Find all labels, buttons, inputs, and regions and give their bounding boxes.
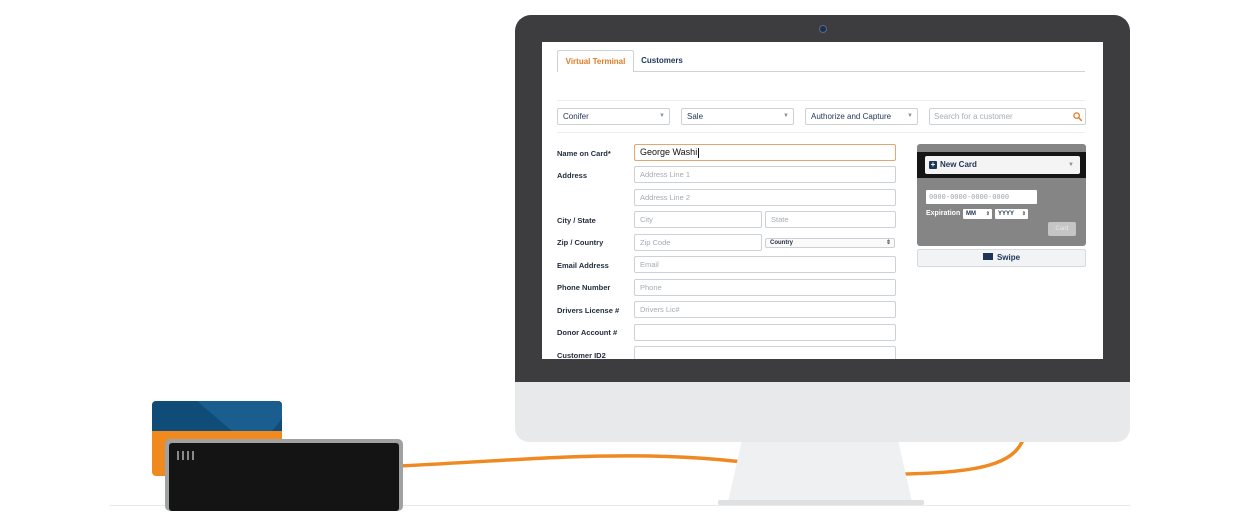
organization-select-value: Conifer (563, 112, 589, 121)
drivers-license-placeholder: Drivers Lic# (640, 305, 680, 314)
address-line2-placeholder: Address Line 2 (640, 193, 691, 202)
transaction-type-select[interactable]: Sale ▼ (681, 108, 794, 125)
camera-icon (819, 25, 827, 33)
plus-icon: + (929, 160, 937, 169)
state-placeholder: State (771, 215, 789, 224)
monitor-stand (718, 440, 924, 505)
phone-input[interactable]: Phone (634, 279, 896, 296)
address-line1-placeholder: Address Line 1 (640, 170, 691, 179)
card-select[interactable]: + New Card ▼ (925, 156, 1080, 174)
chevron-down-icon: ▼ (907, 113, 913, 119)
tab-divider (557, 71, 1085, 72)
email-placeholder: Email (640, 260, 659, 269)
text-caret (698, 147, 700, 158)
name-on-card-label: Name on Card* (557, 149, 611, 158)
drivers-license-input[interactable]: Drivers Lic# (634, 301, 896, 318)
card-select-value: New Card (940, 160, 977, 169)
exp-month-value: MM (966, 211, 976, 217)
exp-year-select[interactable]: YYYY ⇕ (995, 209, 1028, 219)
zip-input[interactable]: Zip Code (634, 234, 762, 251)
country-value: Country (770, 240, 793, 246)
capture-mode-value: Authorize and Capture (811, 112, 892, 121)
name-on-card-input[interactable]: George Washi (634, 144, 896, 161)
swipe-button[interactable]: Swipe (917, 249, 1086, 267)
donor-account-label: Donor Account # (557, 328, 618, 337)
phone-label: Phone Number (557, 283, 611, 292)
drivers-license-label: Drivers License # (557, 306, 620, 315)
search-icon[interactable] (1073, 112, 1082, 121)
expiration-label: Expiration (926, 210, 961, 217)
swipe-label: Swipe (996, 253, 1021, 262)
country-select[interactable]: Country ⇕ (765, 238, 895, 248)
section-divider (557, 100, 1085, 101)
card-reader-icon (165, 439, 403, 511)
customer-search-input[interactable]: Search for a customer (929, 108, 1086, 125)
exp-month-select[interactable]: MM ⇕ (963, 209, 992, 219)
card-number-input[interactable]: 0000-0000-0000-0000 (926, 190, 1037, 204)
city-state-label: City / State (557, 216, 596, 225)
name-on-card-value: George Washi (640, 147, 698, 157)
customer-id-input[interactable] (634, 346, 896, 359)
updown-arrow-icon: ⇕ (885, 240, 891, 246)
city-input[interactable]: City (634, 211, 762, 228)
card-number-placeholder: 0000-0000-0000-0000 (929, 193, 1010, 201)
card-entry-panel: + New Card ▼ 0000-0000-0000-0000 Expirat… (917, 144, 1086, 246)
address-line2-input[interactable]: Address Line 2 (634, 189, 896, 206)
monitor-chin (515, 382, 1130, 442)
chevron-down-icon: ▼ (1068, 162, 1074, 168)
zip-placeholder: Zip Code (640, 238, 671, 247)
search-placeholder: Search for a customer (934, 112, 1013, 121)
transaction-type-value: Sale (687, 112, 704, 121)
email-label: Email Address (557, 261, 609, 270)
capture-mode-select[interactable]: Authorize and Capture ▼ (805, 108, 918, 125)
address-line1-input[interactable]: Address Line 1 (634, 166, 896, 183)
address-label: Address (557, 171, 588, 180)
exp-year-value: YYYY (998, 211, 1015, 217)
tab-virtual-terminal[interactable]: Virtual Terminal (557, 50, 634, 72)
section-divider (557, 132, 1085, 133)
updown-arrow-icon: ⇕ (985, 211, 990, 217)
organization-select[interactable]: Conifer ▼ (557, 108, 670, 125)
chevron-down-icon: ▼ (659, 113, 665, 119)
updown-arrow-icon: ⇕ (1021, 211, 1026, 217)
customer-id-label: Customer ID2 (557, 351, 606, 359)
phone-placeholder: Phone (640, 283, 662, 292)
email-input[interactable]: Email (634, 256, 896, 273)
tab-customers[interactable]: Customers (637, 50, 687, 72)
donor-account-input[interactable] (634, 324, 896, 341)
state-input[interactable]: State (765, 211, 896, 228)
zip-country-label: Zip / Country (557, 238, 604, 247)
card-submit-button[interactable]: Card (1048, 222, 1076, 236)
card-swipe-icon (982, 253, 993, 261)
chevron-down-icon: ▼ (783, 113, 789, 119)
city-placeholder: City (640, 215, 653, 224)
monitor-screen: Virtual Terminal Customers Conifer ▼ Sal… (542, 42, 1103, 359)
